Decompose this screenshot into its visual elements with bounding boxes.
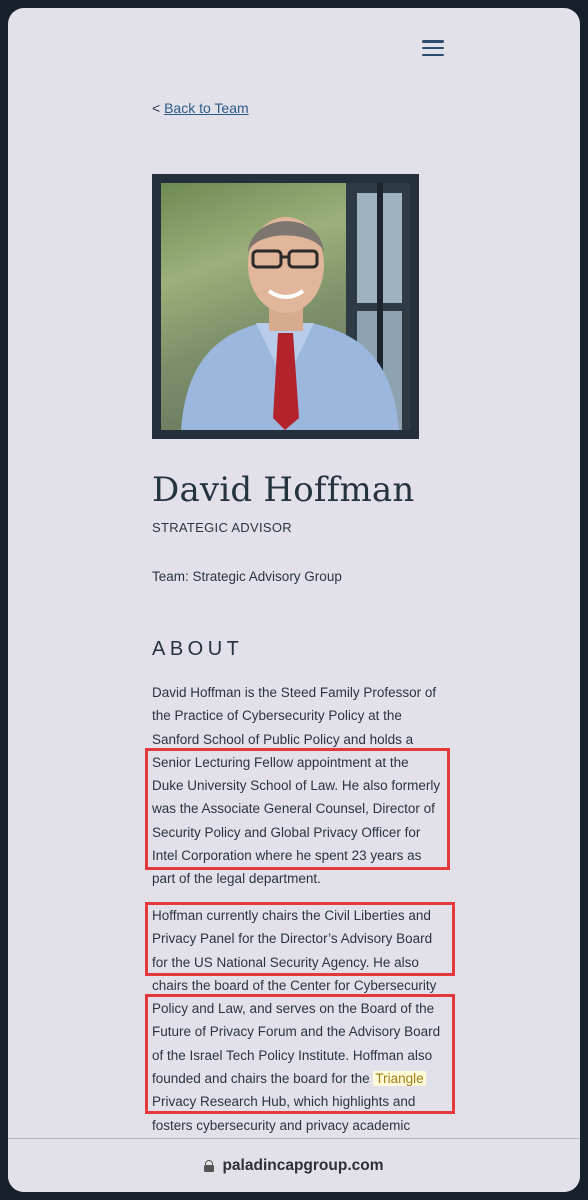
line-text: founded and chairs the board for the [152,1071,370,1087]
paragraph-line: part of the legal department. [152,871,321,887]
highlighted-word: Triangle [373,1071,426,1087]
paragraph-line: chairs the board of the Center for Cyber… [152,977,437,993]
back-link-row: < Back to Team [152,100,249,116]
back-to-team-link[interactable]: Back to Team [164,100,249,116]
paragraph-line: Senior Lecturing Fellow appointment at t… [152,754,409,770]
url-display[interactable]: paladincapgroup.com [204,1157,384,1175]
lock-icon [204,1160,215,1172]
paragraph-line: the Practice of Cybersecurity Policy at … [152,708,402,724]
browser-address-bar[interactable]: paladincapgroup.com [8,1138,580,1192]
back-chevron: < [152,100,161,116]
url-text: paladincapgroup.com [222,1157,384,1174]
paragraph-line: fosters cybersecurity and privacy academ… [152,1117,411,1133]
about-heading: ABOUT [152,638,244,660]
paragraph-line: Future of Privacy Forum and the Advisory… [152,1024,441,1040]
paragraph-line: founded and chairs the board for the Tri… [152,1067,462,1090]
paragraph-line: Intel Corporation where he spent 23 year… [152,848,422,864]
about-paragraph-1: David Hoffman is the Steed Family Profes… [152,681,462,891]
paragraph-line: Hoffman currently chairs the Civil Liber… [152,908,431,923]
about-paragraph-2: Hoffman currently chairs the Civil Liber… [152,904,462,1137]
portrait-image [161,183,410,430]
paragraph-line: Duke University School of Law. He also f… [152,778,441,794]
profile-name: David Hoffman [152,470,415,510]
browser-viewport: < Back to Team David Hoffman STRATEGIC A… [8,8,580,1192]
paragraph-line: for the US National Security Agency. He … [152,954,419,970]
paragraph-line: Policy and Law, and serves on the Board … [152,1001,435,1017]
paragraph-line: David Hoffman is the Steed Family Profes… [152,685,437,700]
paragraph-line: Privacy Research Hub, which highlights a… [152,1094,416,1110]
paragraph-line: Privacy Panel for the Director’s Advisor… [152,931,433,947]
paragraph-line: of the Israel Tech Policy Institute. Hof… [152,1047,433,1063]
paragraph-line: was the Associate General Counsel, Direc… [152,801,435,817]
paragraph-line: Sanford School of Public Policy and hold… [152,731,414,747]
hamburger-menu-icon[interactable] [422,38,444,58]
profile-photo [152,174,419,439]
profile-role: STRATEGIC ADVISOR [152,520,292,535]
paragraph-line: Security Policy and Global Privacy Offic… [152,824,421,840]
profile-team: Team: Strategic Advisory Group [152,569,342,584]
